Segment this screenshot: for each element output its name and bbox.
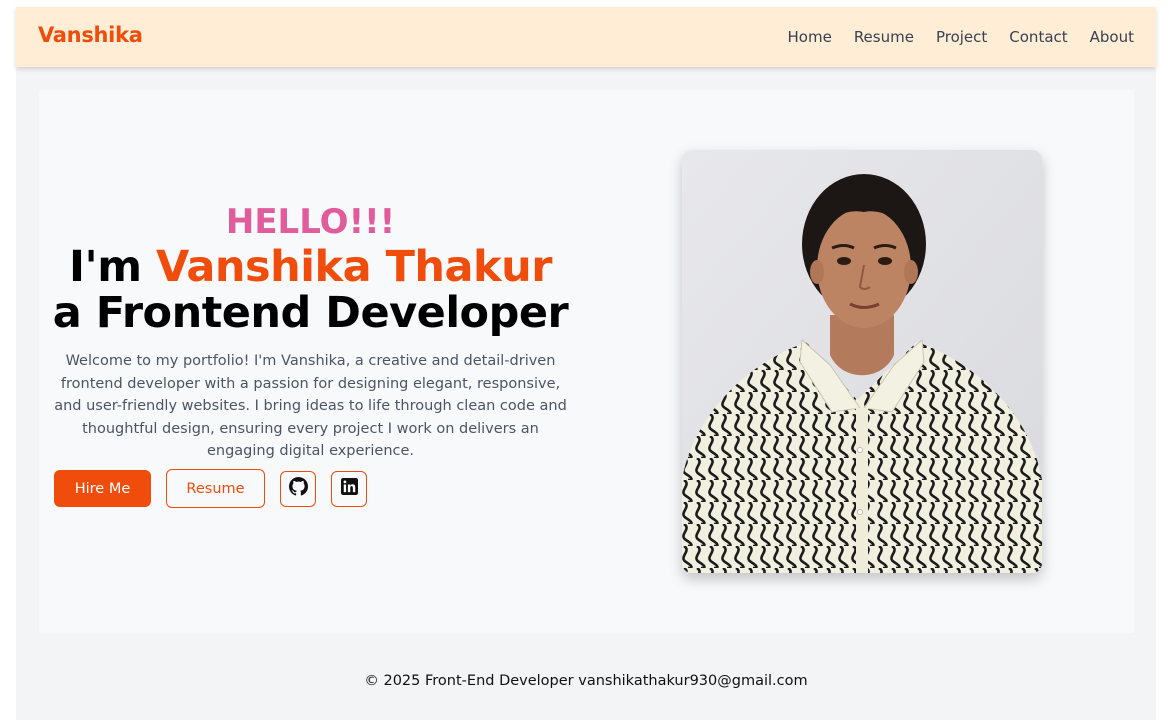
resume-button[interactable]: Resume <box>166 469 265 508</box>
nav-links: Home Resume Project Contact About <box>788 28 1134 46</box>
linkedin-icon <box>340 478 358 499</box>
nav-about[interactable]: About <box>1090 28 1134 46</box>
github-link[interactable] <box>280 470 316 507</box>
footer-copyright: © 2025 Front-End Developer vanshikathaku… <box>364 673 808 689</box>
linkedin-link[interactable] <box>331 470 367 507</box>
greeting: HELLO!!! <box>225 202 396 242</box>
navbar: Vanshika Home Resume Project Contact Abo… <box>16 7 1156 67</box>
brand-logo[interactable]: Vanshika <box>38 23 143 47</box>
nav-project[interactable]: Project <box>936 28 987 46</box>
hero-text: HELLO!!! I'm Vanshika Thakur a Frontend D… <box>51 202 570 463</box>
hire-me-button[interactable]: Hire Me <box>54 470 151 507</box>
page-frame: Vanshika Home Resume Project Contact Abo… <box>16 7 1156 720</box>
nav-home[interactable]: Home <box>788 28 832 46</box>
hero-description: Welcome to my portfolio! I'm Vanshika, a… <box>54 353 567 459</box>
profile-photo <box>682 150 1042 573</box>
github-icon <box>288 477 308 500</box>
hero-name: Vanshika Thakur <box>155 242 552 292</box>
headline-prefix: I'm <box>69 242 156 292</box>
hero-headline: I'm Vanshika Thakur a Frontend Developer <box>51 244 570 336</box>
hero-actions: Hire Me Resume <box>54 469 367 508</box>
nav-resume[interactable]: Resume <box>854 28 914 46</box>
hero-role: a Frontend Developer <box>52 288 569 338</box>
hero-section: HELLO!!! I'm Vanshika Thakur a Frontend D… <box>39 90 1134 633</box>
nav-contact[interactable]: Contact <box>1009 28 1067 46</box>
